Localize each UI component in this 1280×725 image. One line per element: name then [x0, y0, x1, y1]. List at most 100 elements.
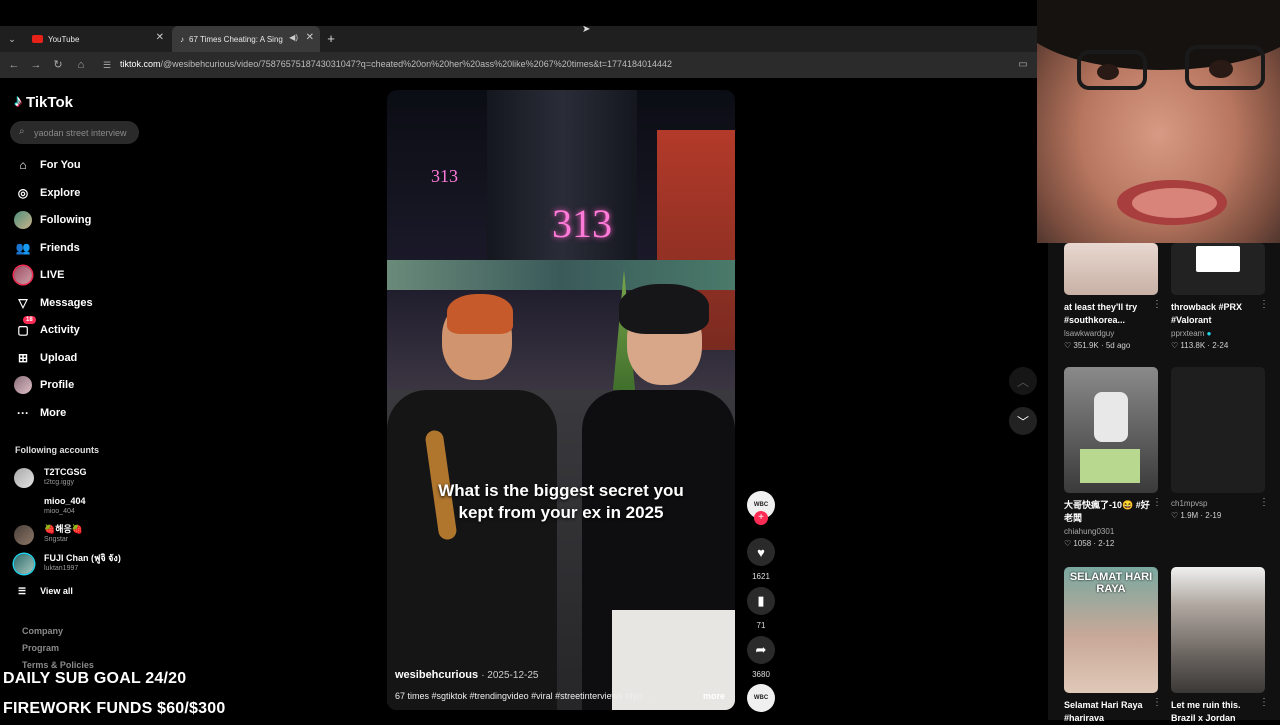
more-options-icon[interactable]: ⋮: [1259, 497, 1269, 508]
gauge-image: [1196, 246, 1240, 272]
video-date: · 2025-12-25: [481, 670, 539, 681]
person-right-hair: [619, 284, 709, 334]
sound-avatar-button[interactable]: WBC: [746, 684, 776, 712]
nav-messages[interactable]: ▽ Messages: [14, 293, 92, 313]
activity-badge: 18: [23, 316, 36, 324]
following-account[interactable]: FUJI Chan (ฟูจิ จัง) luktan1997: [14, 553, 121, 581]
video-caption: What is the biggest secret you kept from…: [387, 480, 735, 524]
new-tab-plus-icon[interactable]: +: [323, 31, 339, 47]
tiktok-logo[interactable]: ♪ TikTok: [14, 93, 73, 111]
nav-for-you[interactable]: ⌂ For You: [14, 155, 81, 175]
video-card[interactable]: ⋮ at least they'll try #southkorea... ls…: [1064, 243, 1162, 350]
nav-upload[interactable]: ⊞ Upload: [14, 348, 77, 368]
following-account[interactable]: mioo_404 mioo_404: [14, 496, 86, 524]
video-card[interactable]: ⋮ throwback #PRX #Valorant pprxteam ● ♡ …: [1171, 243, 1269, 350]
close-icon[interactable]: ✕: [306, 32, 314, 43]
footer-link-terms[interactable]: Terms & Policies: [22, 660, 94, 670]
following-account[interactable]: T2TCGSG t2tcg.iggy: [14, 467, 87, 495]
share-button[interactable]: ➦ 3680: [746, 636, 776, 679]
avatar: [14, 554, 34, 574]
like-button[interactable]: ♥ 1621: [746, 538, 776, 581]
tab-title: 67 Times Cheating: A Sing: [189, 34, 283, 44]
mall-sign: 313: [552, 201, 612, 246]
grill-figure: [1080, 449, 1140, 483]
tab-youtube[interactable]: YouTube ✕: [24, 26, 170, 52]
sound-disc-icon: WBC: [747, 684, 775, 712]
reload-icon[interactable]: ↻: [50, 57, 66, 73]
home-icon[interactable]: ⌂: [73, 57, 89, 73]
profile-icon: [14, 376, 32, 394]
video-player[interactable]: 313 313 What is the biggest secret you k…: [387, 90, 735, 710]
tongue: [1132, 188, 1217, 218]
url-field[interactable]: tiktok.com/@wesibehcurious/video/7587657…: [120, 59, 672, 69]
nav-more[interactable]: ··· More: [14, 403, 66, 423]
following-accounts-heading: Following accounts: [15, 445, 100, 455]
nav-following[interactable]: Following: [14, 210, 91, 230]
video-card[interactable]: SELAMAT HARI RAYA ⋮ Selamat Hari Raya #h…: [1064, 567, 1162, 725]
forward-arrow-icon[interactable]: →: [28, 57, 44, 73]
tab-title: YouTube: [48, 34, 80, 44]
footer-link-company[interactable]: Company: [22, 626, 63, 636]
follow-plus-icon[interactable]: +: [754, 511, 768, 525]
speaker-icon[interactable]: ◀): [289, 33, 298, 42]
account-handle: t2tcg.iggy: [44, 479, 74, 486]
nav-activity[interactable]: ▢ 18 Activity: [14, 316, 80, 340]
video-card[interactable]: ⋮ ch1mpvsp ♡ 1.9M · 2-19: [1171, 367, 1269, 520]
right-eye: [1209, 60, 1233, 78]
card-stats: ♡ 113.8K · 2-24: [1171, 341, 1229, 350]
author-name[interactable]: wesibehcurious: [395, 669, 478, 681]
mall-sign-small: 313: [431, 166, 458, 186]
bookmark-icon: ▮: [747, 587, 775, 615]
video-card[interactable]: ⋮ 大哥快瘋了-10😆 #好老闆 chiahung0301 ♡ 1058 · 2…: [1064, 367, 1162, 548]
footer-link-program[interactable]: Program: [22, 643, 59, 653]
more-options-icon[interactable]: ⋮: [1152, 299, 1162, 310]
account-handle: luktan1997: [44, 565, 79, 572]
person-left-hair: [447, 294, 513, 334]
video-author[interactable]: wesibehcurious · 2025-12-25: [395, 669, 538, 681]
more-options-icon[interactable]: ⋮: [1259, 697, 1269, 708]
more-options-icon[interactable]: ⋮: [1152, 697, 1162, 708]
save-button[interactable]: ▮ 71: [746, 587, 776, 630]
video-card[interactable]: ⋮ Let me ruin this. Brazil x Jordan: [1171, 567, 1269, 725]
search-icon: ⌕: [19, 126, 25, 137]
nav-live[interactable]: LIVE: [14, 265, 64, 285]
caption-line: kept from your ex in 2025: [458, 503, 664, 522]
webcam-overlay: [1037, 0, 1280, 243]
tab-list-chevron-icon[interactable]: ⌄: [4, 31, 20, 47]
search-input[interactable]: ⌕ yaodan street interview: [10, 121, 139, 144]
upload-icon: ⊞: [17, 351, 29, 365]
friends-icon: 👥: [15, 241, 31, 255]
close-icon[interactable]: ✕: [156, 32, 164, 43]
nav-explore[interactable]: ◎ Explore: [14, 183, 81, 203]
nav-label: For You: [40, 159, 81, 171]
like-count: 1621: [752, 572, 770, 581]
nav-label: Friends: [40, 242, 80, 254]
search-placeholder: yaodan street interview: [34, 127, 127, 138]
nav-friends[interactable]: 👥 Friends: [14, 238, 80, 258]
tab-tiktok-video[interactable]: ♪ 67 Times Cheating: A Sing ◀) ✕: [172, 26, 320, 52]
following-account[interactable]: 🍓해응🍓 Sngstar: [14, 524, 83, 552]
card-title: 大哥快瘋了-10😆 #好老闆: [1064, 500, 1150, 523]
view-all-button[interactable]: ☰ View all: [18, 586, 73, 597]
address-bar: ← → ↻ ⌂ ☰ tiktok.com/@wesibehcurious/vid…: [0, 52, 1040, 78]
related-videos-grid: ⋮ at least they'll try #southkorea... ls…: [1048, 243, 1280, 723]
more-button[interactable]: more: [703, 691, 725, 701]
card-title: Let me ruin this. Brazil x Jordan: [1171, 700, 1241, 723]
more-options-icon[interactable]: ⋮: [1152, 497, 1162, 508]
nav-label: Explore: [40, 187, 81, 199]
view-all-label: View all: [40, 586, 73, 596]
account-handle: mioo_404: [44, 508, 75, 515]
account-handle: Sngstar: [44, 536, 69, 543]
next-video-chevron-down-icon[interactable]: ﹀: [1009, 407, 1037, 435]
cast-icon[interactable]: ▭: [1015, 57, 1031, 73]
nav-profile[interactable]: Profile: [14, 375, 74, 395]
previous-video-chevron-up-icon[interactable]: ︿: [1009, 367, 1037, 395]
verified-icon: ●: [1206, 329, 1212, 338]
save-count: 71: [756, 621, 766, 630]
creator-avatar-button[interactable]: WBC +: [746, 491, 776, 525]
thumbnail: [1171, 243, 1265, 295]
site-info-icon[interactable]: ☰: [99, 57, 115, 73]
back-arrow-icon[interactable]: ←: [6, 57, 22, 73]
more-options-icon[interactable]: ⋮: [1259, 299, 1269, 310]
activity-icon: ▢ 18: [14, 316, 36, 339]
